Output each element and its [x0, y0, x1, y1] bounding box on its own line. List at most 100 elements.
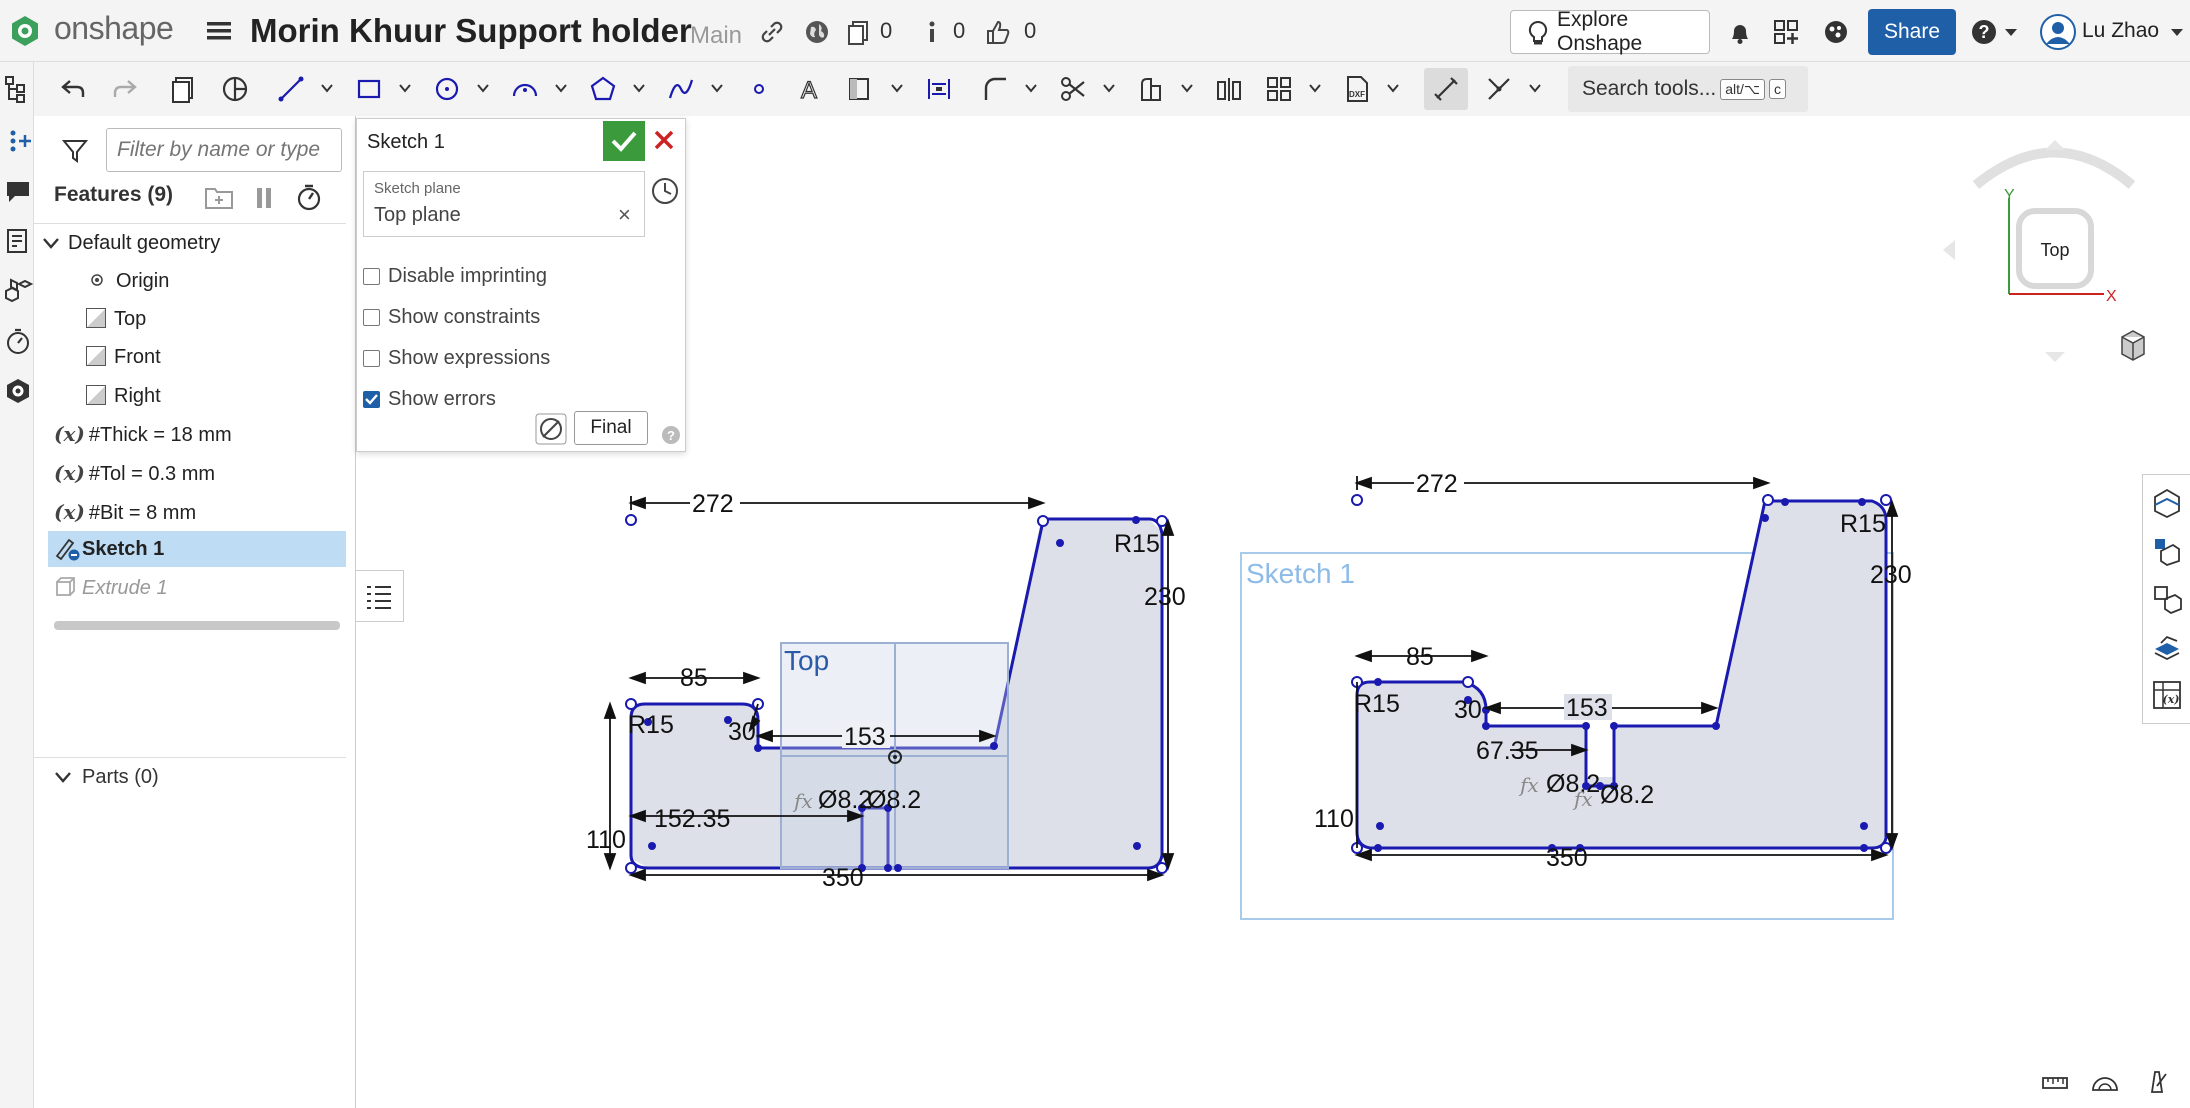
dimension-mode-toggle[interactable]: [1424, 68, 1468, 110]
offset-chevron-down-icon[interactable]: [1180, 82, 1194, 94]
left-dim-r15-left[interactable]: R15: [628, 711, 674, 739]
sketch-plane-field[interactable]: Sketch plane Top plane ×: [363, 171, 645, 237]
circle-chevron-down-icon[interactable]: [476, 82, 490, 94]
left-dim-r15-top[interactable]: R15: [1114, 530, 1160, 558]
default-geometry-group[interactable]: Default geometry: [42, 224, 220, 262]
trim-chevron-down-icon[interactable]: [1102, 82, 1116, 94]
left-sketch[interactable]: Top 272 230 R15 85 R15 30 153 110 152.35…: [586, 488, 1186, 892]
left-dim-85[interactable]: 85: [680, 664, 708, 692]
spline-tool-button[interactable]: [664, 72, 698, 106]
construction-chevron-down-icon[interactable]: [890, 82, 904, 94]
right-dim-r15-top[interactable]: R15: [1840, 510, 1886, 538]
fillet-tool-button[interactable]: [978, 72, 1012, 106]
mirror-tool-button[interactable]: [1212, 72, 1246, 106]
feature-tree-icon[interactable]: [3, 74, 33, 104]
dimension-tool-button[interactable]: [922, 72, 956, 106]
right-dim-dia-2[interactable]: Ø8.2: [1600, 781, 1654, 809]
redo-button[interactable]: [108, 72, 142, 106]
feature-item-extrude-1[interactable]: Extrude 1: [54, 569, 168, 607]
feature-item-origin[interactable]: Origin: [90, 262, 169, 300]
configurations-icon[interactable]: [2151, 535, 2183, 567]
onshape-ai-icon[interactable]: [3, 376, 33, 406]
feature-item-sketch-1[interactable]: Sketch 1: [48, 531, 346, 567]
point-tool-button[interactable]: [742, 72, 776, 106]
feature-list-button[interactable]: [166, 72, 200, 106]
view-options-dropdown[interactable]: [2121, 330, 2146, 361]
show-expressions-option[interactable]: Show expressions: [363, 347, 550, 370]
help-chevron-down-icon[interactable]: [2004, 28, 2018, 38]
notifications-bell-icon[interactable]: [1726, 18, 1754, 46]
right-dim-272[interactable]: 272: [1416, 470, 1458, 498]
rectangle-chevron-down-icon[interactable]: [398, 82, 412, 94]
notes-icon[interactable]: [3, 226, 33, 256]
arc-chevron-down-icon[interactable]: [554, 82, 568, 94]
view-section-button[interactable]: [218, 72, 252, 106]
snap-tool-button[interactable]: [1482, 72, 1516, 106]
feature-item-variable-tol[interactable]: (x) #Tol = 0.3 mm: [54, 454, 215, 492]
arc-tool-button[interactable]: [508, 72, 542, 106]
rectangle-tool-button[interactable]: [352, 72, 386, 106]
cancel-sketch-button[interactable]: [649, 125, 679, 155]
left-dim-153[interactable]: 153: [844, 723, 886, 751]
right-dim-85[interactable]: 85: [1406, 643, 1434, 671]
left-dim-dia-1[interactable]: Ø8.2: [818, 786, 872, 814]
feature-item-variable-thick[interactable]: (x) #Thick = 18 mm: [54, 415, 232, 453]
accept-sketch-button[interactable]: [603, 121, 645, 161]
measure-tool-icon[interactable]: [2040, 1068, 2070, 1094]
feature-filter-input[interactable]: [106, 128, 342, 172]
link-icon[interactable]: [758, 18, 786, 46]
pattern-tool-button[interactable]: [1262, 72, 1296, 106]
mass-properties-icon[interactable]: [2151, 583, 2183, 615]
right-sketch[interactable]: Sketch 1 272 230 R15 85 R15 30 153 67.35…: [1240, 468, 1912, 920]
left-dim-110[interactable]: 110: [586, 826, 626, 854]
dxf-import-button[interactable]: DXF: [1340, 72, 1374, 106]
left-dim-30[interactable]: 30: [728, 718, 756, 746]
show-constraints-checkbox[interactable]: [363, 309, 380, 326]
hamburger-menu-icon[interactable]: [206, 18, 232, 44]
disable-imprinting-checkbox[interactable]: [363, 268, 380, 285]
onshape-logo-icon[interactable]: [8, 14, 42, 48]
sketch-solve-icon[interactable]: [535, 413, 567, 445]
comments-icon[interactable]: [3, 176, 33, 206]
trim-tool-button[interactable]: [1056, 72, 1090, 106]
left-dim-152-35[interactable]: 152.35: [654, 805, 730, 833]
feature-item-top-plane[interactable]: Top: [86, 300, 146, 338]
filter-icon[interactable]: [62, 138, 88, 164]
help-icon[interactable]: ?: [661, 425, 681, 445]
left-dim-350[interactable]: 350: [822, 864, 864, 892]
right-dim-110[interactable]: 110: [1314, 805, 1354, 833]
share-button[interactable]: Share: [1868, 9, 1956, 55]
explore-onshape-button[interactable]: Explore Onshape: [1510, 8, 1710, 55]
like-icon[interactable]: [984, 18, 1012, 46]
clear-plane-icon[interactable]: ×: [618, 202, 631, 228]
right-dim-30[interactable]: 30: [1454, 696, 1482, 724]
left-dim-230[interactable]: 230: [1144, 583, 1186, 611]
rollback-bar[interactable]: [54, 621, 340, 630]
appearance-icon[interactable]: [2151, 487, 2183, 519]
disable-imprinting-option[interactable]: Disable imprinting: [363, 265, 547, 288]
protractor-icon[interactable]: [2090, 1068, 2120, 1094]
parts-library-icon[interactable]: [3, 276, 33, 306]
snap-chevron-down-icon[interactable]: [1528, 82, 1542, 94]
pattern-chevron-down-icon[interactable]: [1308, 82, 1322, 94]
document-title[interactable]: Morin Khuur Support holder: [250, 12, 692, 50]
variable-table-icon[interactable]: (x): [2151, 679, 2183, 711]
feature-item-front-plane[interactable]: Front: [86, 338, 161, 376]
insert-icon[interactable]: [3, 126, 33, 156]
add-folder-icon[interactable]: [204, 184, 234, 210]
show-constraints-option[interactable]: Show constraints: [363, 306, 540, 329]
final-button[interactable]: Final: [574, 411, 648, 445]
app-store-icon[interactable]: [1772, 18, 1800, 46]
regeneration-timer-icon[interactable]: [294, 182, 324, 212]
left-dim-272[interactable]: 272: [692, 490, 734, 518]
line-tool-button[interactable]: [274, 72, 308, 106]
fillet-chevron-down-icon[interactable]: [1024, 82, 1038, 94]
learning-center-icon[interactable]: [1822, 18, 1850, 46]
rollback-pause-icon[interactable]: [252, 186, 276, 210]
user-name[interactable]: Lu Zhao: [2082, 19, 2159, 43]
sketch-history-icon[interactable]: [649, 175, 681, 207]
line-chevron-down-icon[interactable]: [320, 82, 334, 94]
feature-item-variable-bit[interactable]: (x) #Bit = 8 mm: [54, 493, 196, 531]
left-dim-dia-2[interactable]: Ø8.2: [867, 786, 921, 814]
branch-label[interactable]: Main: [690, 22, 742, 50]
